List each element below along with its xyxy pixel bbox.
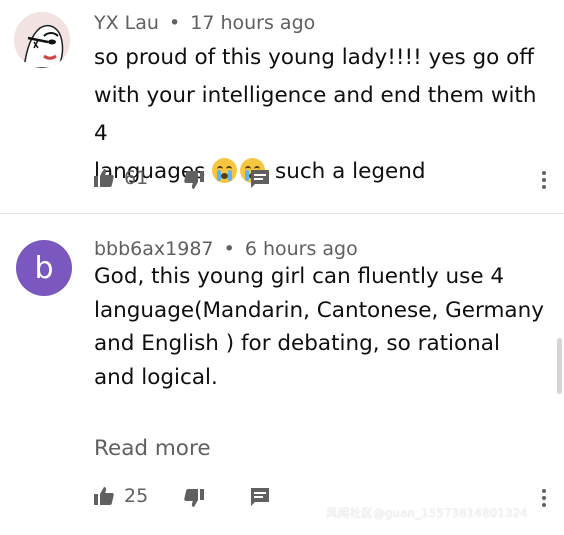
like-button[interactable]: 25 (92, 484, 148, 508)
like-count: 25 (124, 485, 149, 507)
reply-button[interactable] (249, 486, 271, 508)
comment-meta: YX Lau • 17 hours ago (94, 12, 315, 34)
more-vertical-icon[interactable] (541, 489, 547, 510)
scrollbar[interactable] (557, 338, 562, 394)
like-count: 61 (124, 167, 149, 189)
comment-author[interactable]: bbb6ax1987 (94, 238, 214, 260)
meta-separator: • (223, 238, 235, 260)
comment-text: so proud of this young lady!!!! yes go o… (94, 39, 544, 191)
crying-face-emoji-icon (212, 158, 238, 183)
comment-text-line: so proud of this young lady!!!! yes go o… (94, 45, 535, 70)
avatar[interactable] (14, 12, 70, 68)
comment-text-segment: such a legend (275, 159, 426, 184)
read-more-link[interactable]: Read more (94, 436, 211, 461)
reply-comment-icon (251, 488, 269, 506)
more-vertical-icon[interactable] (541, 171, 547, 192)
like-button[interactable]: 61 (92, 166, 148, 190)
dislike-button[interactable] (182, 168, 206, 192)
comment-meta: bbb6ax1987 • 6 hours ago (94, 238, 358, 260)
dislike-button[interactable] (182, 486, 206, 510)
thumbs-down-icon (184, 171, 204, 189)
comment-time[interactable]: 17 hours ago (190, 12, 315, 34)
reply-button[interactable] (249, 168, 271, 190)
avatar[interactable]: b (16, 240, 72, 296)
meta-separator: • (168, 12, 181, 34)
comment-time[interactable]: 6 hours ago (245, 238, 358, 260)
avatar-letter: b (34, 250, 54, 286)
comment-text-line: languages such a legend (94, 153, 544, 191)
comment-item: b bbb6ax1987 • 6 hours ago God, this you… (0, 214, 564, 535)
thumbs-up-icon (94, 169, 114, 187)
avatar-image-icon (14, 12, 70, 68)
thumbs-down-icon (184, 489, 204, 507)
watermark: 风闻社区@guan_15573814801324 (326, 506, 528, 520)
comment-item: YX Lau • 17 hours ago so proud of this y… (0, 0, 564, 214)
thumbs-up-icon (94, 487, 114, 505)
comment-author[interactable]: YX Lau (94, 12, 159, 34)
comment-text: God, this young girl can fluently use 4 … (94, 264, 544, 390)
reply-comment-icon (251, 170, 269, 188)
comment-text-line: with your intelligence and end them with… (94, 83, 537, 146)
